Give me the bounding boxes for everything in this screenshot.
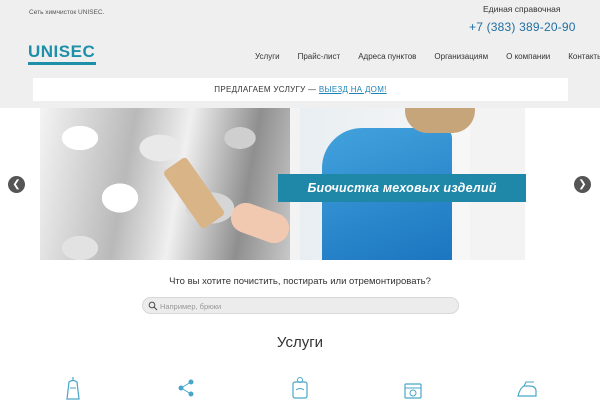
fur-coat-image bbox=[40, 108, 290, 260]
offer-link[interactable]: ВЫЕЗД НА ДОМ! bbox=[319, 85, 387, 94]
laundry-machine-icon[interactable] bbox=[402, 376, 424, 400]
washing-icon[interactable] bbox=[289, 376, 311, 400]
nav-item-services[interactable]: Услуги bbox=[255, 52, 280, 61]
phone-number[interactable]: +7 (383) 389-20-90 bbox=[469, 20, 576, 34]
logo-text: UNISEC bbox=[28, 42, 96, 61]
tagline: Сеть химчисток UNISEC. bbox=[29, 9, 105, 16]
search-icon bbox=[148, 301, 158, 311]
service-icons bbox=[0, 376, 600, 400]
chevron-right-icon[interactable]: ❯ bbox=[574, 176, 591, 193]
nav-item-contacts[interactable]: Контакты bbox=[568, 52, 600, 61]
offer-banner: ПРЕДЛАГАЕМ УСЛУГУ — ВЫЕЗД НА ДОМ! bbox=[33, 78, 568, 101]
logo-underline bbox=[28, 62, 96, 65]
slide-caption: Биочистка меховых изделий bbox=[278, 174, 526, 202]
nav-item-addresses[interactable]: Адреса пунктов bbox=[358, 52, 416, 61]
search-input[interactable] bbox=[160, 299, 450, 313]
search-box[interactable] bbox=[142, 297, 459, 314]
hero-slider: Биочистка меховых изделий bbox=[0, 108, 600, 260]
main-nav: Услуги Прайс-лист Адреса пунктов Организ… bbox=[255, 52, 600, 61]
chevron-left-icon[interactable]: ❮ bbox=[8, 176, 25, 193]
garment-bag-icon[interactable] bbox=[62, 376, 84, 400]
person-hair bbox=[405, 108, 475, 133]
offer-text: ПРЕДЛАГАЕМ УСЛУГУ — bbox=[214, 85, 317, 94]
help-label: Единая справочная bbox=[483, 4, 561, 14]
nav-item-organizations[interactable]: Организациям bbox=[434, 52, 488, 61]
iron-icon[interactable] bbox=[516, 376, 538, 400]
logo[interactable]: UNISEC bbox=[28, 43, 98, 67]
nav-item-price-list[interactable]: Прайс-лист bbox=[298, 52, 341, 61]
services-title: Услуги bbox=[276, 334, 324, 351]
header-bar: Сеть химчисток UNISEC. Единая справочная… bbox=[0, 0, 600, 108]
molecule-icon[interactable] bbox=[176, 376, 198, 400]
search-question: Что вы хотите почистить, постирать или о… bbox=[169, 276, 431, 287]
nav-item-about[interactable]: О компании bbox=[506, 52, 550, 61]
